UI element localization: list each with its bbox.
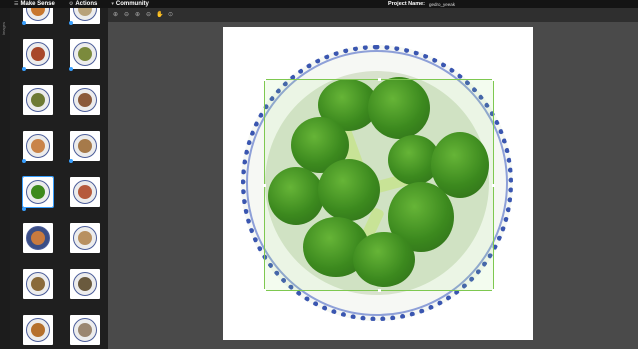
actions-menu[interactable]: ⚙ Actions xyxy=(69,1,98,7)
resize-handle[interactable] xyxy=(378,78,381,81)
resize-handle[interactable] xyxy=(492,78,495,81)
crosshair-icon[interactable]: ⊙ xyxy=(167,12,174,19)
annotated-marker xyxy=(22,159,26,163)
resize-handle[interactable] xyxy=(263,289,266,292)
thumbnail[interactable] xyxy=(70,8,100,24)
community-icon: ▾ xyxy=(111,1,114,7)
zoom-fit-icon[interactable]: ⊕ xyxy=(134,12,141,19)
thumbnail[interactable] xyxy=(70,269,100,299)
zoom-out-icon[interactable]: ⊖ xyxy=(123,12,130,19)
zoom-max-icon[interactable]: ⊖ xyxy=(145,12,152,19)
annotated-marker xyxy=(69,67,73,71)
annotated-marker xyxy=(69,21,73,25)
bounding-box[interactable] xyxy=(263,78,495,292)
annotated-marker xyxy=(22,21,26,25)
thumbnail[interactable] xyxy=(70,223,100,253)
thumbnail[interactable] xyxy=(23,85,53,115)
thumbnail[interactable] xyxy=(70,177,100,207)
project-name-value[interactable]: gedro_yeeak xyxy=(429,2,455,7)
annotated-marker xyxy=(22,207,26,211)
thumbnail[interactable] xyxy=(70,39,100,69)
hand-icon[interactable]: ✋ xyxy=(156,12,163,19)
thumbnail[interactable] xyxy=(23,315,53,345)
project-name-label: Project Name: xyxy=(388,1,425,7)
thumbnail[interactable] xyxy=(23,269,53,299)
community-menu[interactable]: ▾ Community xyxy=(111,1,149,7)
app-title[interactable]: ☰ Make Sense xyxy=(14,1,55,7)
resize-handle[interactable] xyxy=(492,289,495,292)
annotated-marker xyxy=(69,159,73,163)
resize-handle[interactable] xyxy=(492,184,495,187)
thumbnail[interactable] xyxy=(23,131,53,161)
thumbnail[interactable] xyxy=(23,8,53,24)
thumbnail[interactable] xyxy=(70,85,100,115)
image-thumbnail-list[interactable] xyxy=(10,8,108,349)
resize-handle[interactable] xyxy=(263,78,266,81)
thumbnail[interactable] xyxy=(70,131,100,161)
thumbnail[interactable] xyxy=(23,223,53,253)
editor-toolbar: ⊕ ⊖ ⊕ ⊖ ✋ ⊙ xyxy=(108,8,638,22)
resize-handle[interactable] xyxy=(378,289,381,292)
images-side-tab[interactable]: Images xyxy=(0,8,10,349)
actions-icon: ⚙ xyxy=(68,1,74,7)
top-bar: ☰ Make Sense ⚙ Actions ▾ Community Project … xyxy=(0,0,638,8)
resize-handle[interactable] xyxy=(263,184,266,187)
annotated-marker xyxy=(22,67,26,71)
menu-icon: ☰ xyxy=(14,1,19,7)
zoom-in-icon[interactable]: ⊕ xyxy=(112,12,119,19)
thumbnail[interactable] xyxy=(23,39,53,69)
thumbnail[interactable] xyxy=(70,315,100,345)
thumbnail-selected[interactable] xyxy=(22,176,54,208)
project-name: Project Name: gedro_yeeak xyxy=(388,0,455,8)
images-tab-label: Images xyxy=(1,22,6,36)
